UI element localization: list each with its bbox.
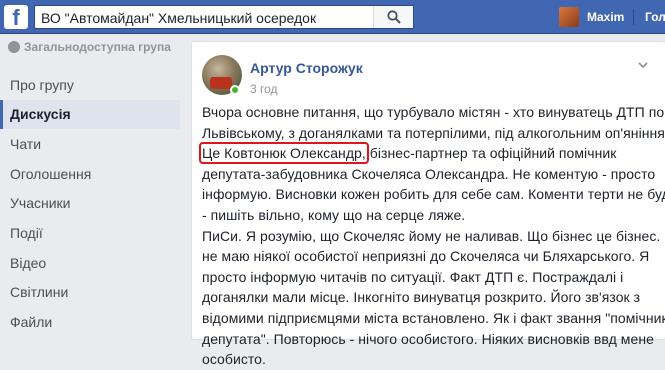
sidebar-item-chats[interactable]: Чати: [0, 130, 180, 159]
post-text: Вчора основне питання, що турбувало міст…: [199, 102, 665, 370]
search-icon: [387, 10, 401, 24]
post-card: Артур Сторожук 3 год Вчора основне питан…: [191, 41, 665, 367]
sidebar-item-videos[interactable]: Відео: [0, 249, 180, 278]
group-privacy-label: Загальнодоступна група: [8, 40, 171, 54]
post-options-button[interactable]: [636, 58, 652, 74]
group-sidebar: Загальнодоступна група Про групу Дискусі…: [0, 34, 180, 340]
top-navigation-bar: f ВО "Автомайдан" Хмельницький осередок …: [0, 0, 665, 34]
post-line: інформую. Висновки кожен робить для себе…: [202, 186, 665, 203]
sidebar-item-photos[interactable]: Світлини: [0, 278, 180, 307]
post-timestamp[interactable]: 3 год: [250, 82, 278, 96]
post-line: просто інформую читачів по ситуації. Фак…: [202, 268, 624, 285]
divider: [633, 9, 634, 25]
chevron-down-icon: [638, 62, 648, 69]
search-input[interactable]: ВО "Автомайдан" Хмельницький осередок: [41, 10, 316, 26]
sidebar-item-discussion[interactable]: Дискусія: [0, 100, 180, 129]
sidebar-item-events[interactable]: Події: [0, 219, 180, 248]
facebook-logo-icon[interactable]: f: [4, 5, 28, 30]
post-author-link[interactable]: Артур Сторожук: [250, 60, 363, 76]
group-privacy-text: Загальнодоступна група: [24, 40, 171, 54]
user-name-link[interactable]: Maxim: [587, 10, 624, 24]
highlighted-name: Це Ковтонюк Олександр,: [199, 142, 369, 165]
post-line: не маю ніякої особистої неприязні до Ско…: [202, 248, 650, 265]
home-link[interactable]: Голо: [645, 10, 665, 24]
post-line-rest: бізнес-партнер та офіційний помічник: [369, 145, 617, 162]
search-box[interactable]: ВО "Автомайдан" Хмельницький осередок: [34, 5, 414, 29]
post-line: Львівському, з доганялками та потерпілим…: [202, 124, 665, 141]
search-button[interactable]: [373, 6, 413, 28]
globe-icon: [8, 41, 20, 53]
post-line: ПиСи. Я розумію, що Скочеляс йому не нал…: [202, 227, 665, 244]
sidebar-item-files[interactable]: Файли: [0, 308, 180, 337]
post-line: Це Ковтонюк Олександр, бізнес-партнер та…: [199, 142, 664, 165]
sidebar-item-about[interactable]: Про групу: [0, 71, 180, 100]
post-line: депутата". Повторюсь - нічого особистого…: [202, 330, 654, 347]
post-line: відомими підприємцями міста встановлено.…: [202, 309, 665, 326]
post-line: Вчора основне питання, що турбувало міст…: [202, 104, 665, 120]
post-line: особисто.: [202, 351, 266, 368]
sidebar-item-announcements[interactable]: Оголошення: [0, 160, 180, 189]
online-status-indicator: [230, 85, 240, 95]
post-line: - пишіть вільно, кому що на серце ляже.: [202, 206, 466, 223]
user-avatar[interactable]: [559, 7, 579, 27]
post-line: депутата-забудовника Скочеляса Олександр…: [202, 165, 656, 182]
sidebar-item-members[interactable]: Учасники: [0, 189, 180, 218]
post-line: доганялки мали місце. Інкогніто винуватц…: [202, 289, 641, 306]
